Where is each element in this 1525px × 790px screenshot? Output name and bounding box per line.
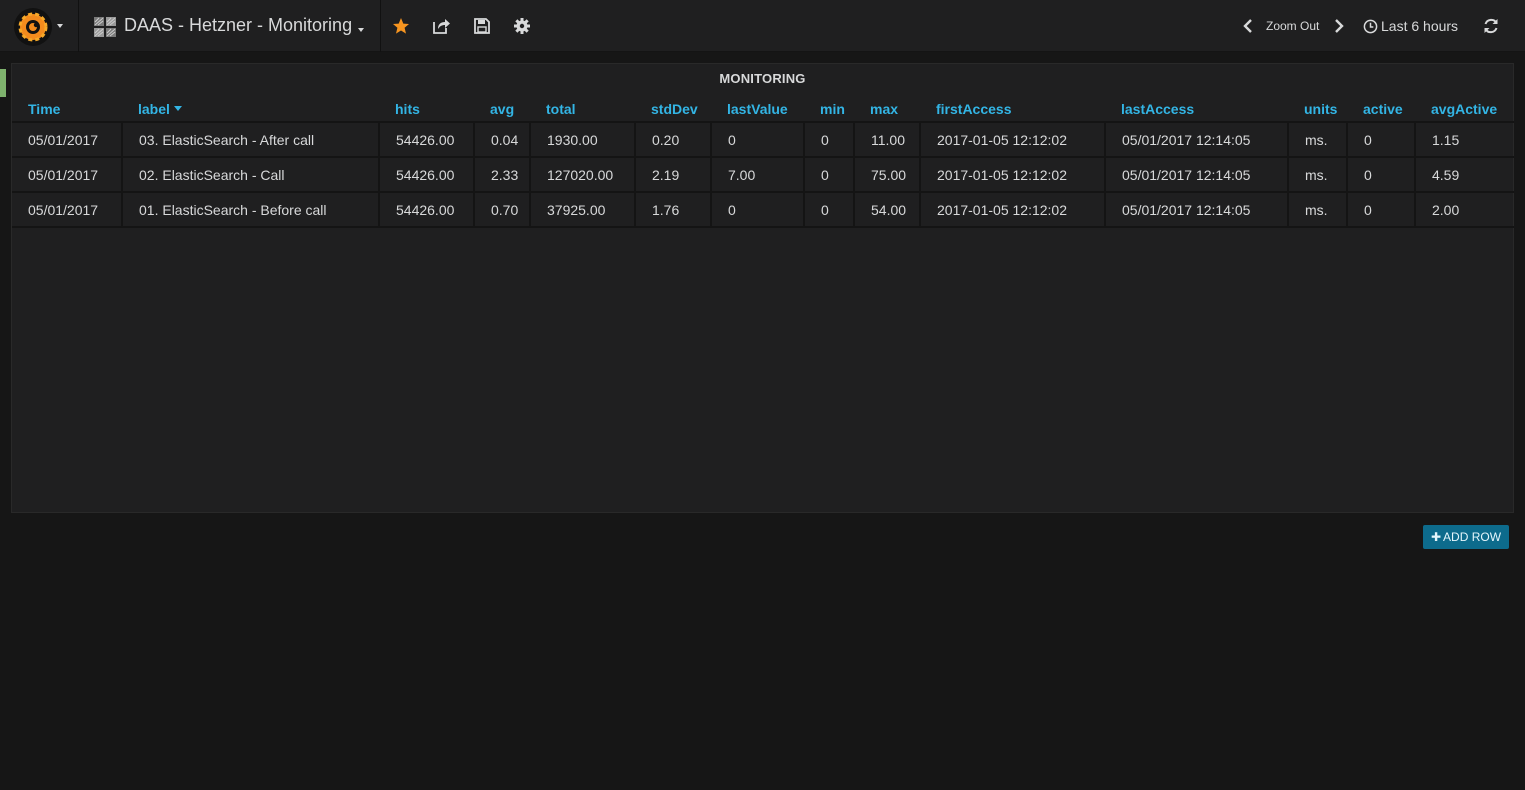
panel-title[interactable]: MONITORING [12, 71, 1513, 86]
table-cell: 2.19 [635, 157, 712, 193]
star-icon[interactable] [391, 16, 411, 36]
zoom-out-button[interactable]: Zoom Out [1266, 19, 1319, 33]
table-cell: ms. [1288, 157, 1348, 193]
table-cell: 2.33 [474, 157, 531, 193]
column-header-avg[interactable]: avg [474, 98, 530, 123]
column-header-firstaccess[interactable]: firstAccess [920, 98, 1105, 123]
table-cell: 05/01/2017 [12, 192, 123, 228]
column-header-lastvalue[interactable]: lastValue [711, 98, 804, 123]
table-row: 05/01/2017 02. ElasticSearch - Call 5442… [12, 157, 1514, 193]
table-cell: 0.04 [474, 122, 531, 158]
plus-icon: ✚ [1430, 530, 1442, 544]
table-cell: 0 [804, 157, 855, 193]
table-cell: 2.00 [1415, 192, 1514, 228]
column-header-avgactive[interactable]: avgActive [1415, 98, 1514, 123]
table-row: 05/01/2017 03. ElasticSearch - After cal… [12, 122, 1514, 158]
column-header-min[interactable]: min [804, 98, 854, 123]
add-row-button[interactable]: ✚ ADD ROW [1423, 525, 1509, 549]
grafana-logo-icon [14, 8, 52, 46]
table-cell: 05/01/2017 [12, 122, 123, 158]
table-cell: 11.00 [854, 122, 921, 158]
table-cell: 0 [1347, 157, 1416, 193]
table-cell: 0.20 [635, 122, 712, 158]
save-icon[interactable] [472, 16, 492, 36]
column-header-total[interactable]: total [530, 98, 635, 123]
top-navbar: DAAS - Hetzner - Monitoring Zoom Out Las… [0, 0, 1525, 52]
table-cell: 54426.00 [379, 157, 475, 193]
table-cell: 02. ElasticSearch - Call [122, 157, 380, 193]
time-range-label: Last 6 hours [1381, 18, 1459, 34]
table-cell: 0 [804, 192, 855, 228]
table-cell: 4.59 [1415, 157, 1514, 193]
table-cell: 05/01/2017 12:14:05 [1105, 122, 1289, 158]
column-header-lastaccess[interactable]: lastAccess [1105, 98, 1288, 123]
row-collapse-handle[interactable] [0, 69, 6, 97]
table-cell: 03. ElasticSearch - After call [122, 122, 380, 158]
grafana-menu-button[interactable] [0, 0, 79, 52]
table-cell: 54426.00 [379, 192, 475, 228]
refresh-icon[interactable] [1482, 17, 1500, 35]
table-cell: 75.00 [854, 157, 921, 193]
column-header-hits[interactable]: hits [379, 98, 474, 123]
table-cell: 2017-01-05 12:12:02 [920, 157, 1106, 193]
table-cell: 0 [1347, 122, 1416, 158]
table-cell: 2017-01-05 12:12:02 [920, 122, 1106, 158]
table-cell: 1930.00 [530, 122, 636, 158]
sort-desc-icon [173, 106, 182, 111]
column-header-active[interactable]: active [1347, 98, 1415, 123]
table-cell: 37925.00 [530, 192, 636, 228]
monitoring-table-panel: MONITORING Time label hits avg total std… [11, 63, 1514, 513]
chevron-right-icon[interactable] [1333, 18, 1345, 34]
column-header-stddev[interactable]: stdDev [635, 98, 711, 123]
table-cell: 05/01/2017 [12, 157, 123, 193]
column-header-label[interactable]: label [122, 98, 379, 123]
table-cell: 7.00 [711, 157, 805, 193]
dashboard-title: DAAS - Hetzner - Monitoring [124, 15, 353, 35]
table-cell: 54426.00 [379, 122, 475, 158]
table-cell: 0.70 [474, 192, 531, 228]
settings-gear-icon[interactable] [512, 16, 532, 36]
chevron-down-icon [358, 28, 364, 32]
table-header-row: Time label hits avg total stdDev lastVal… [12, 98, 1514, 123]
dashboard-grid-icon [94, 17, 116, 37]
column-header-max[interactable]: max [854, 98, 920, 123]
table-cell: 01. ElasticSearch - Before call [122, 192, 380, 228]
table-cell: 54.00 [854, 192, 921, 228]
table-cell: 0 [804, 122, 855, 158]
clock-icon [1363, 19, 1378, 34]
chevron-down-icon [57, 24, 63, 28]
table-cell: 1.76 [635, 192, 712, 228]
chevron-left-icon[interactable] [1242, 18, 1254, 34]
share-icon[interactable] [431, 16, 451, 36]
table-cell: 0 [711, 122, 805, 158]
column-header-units[interactable]: units [1288, 98, 1347, 123]
dashboard-title-dropdown[interactable]: DAAS - Hetzner - Monitoring [79, 0, 381, 52]
table-cell: 127020.00 [530, 157, 636, 193]
table-cell: 0 [1347, 192, 1416, 228]
table-cell: 05/01/2017 12:14:05 [1105, 192, 1289, 228]
table-cell: 05/01/2017 12:14:05 [1105, 157, 1289, 193]
table-cell: 2017-01-05 12:12:02 [920, 192, 1106, 228]
column-header-time[interactable]: Time [12, 98, 122, 123]
table-cell: ms. [1288, 122, 1348, 158]
table-cell: ms. [1288, 192, 1348, 228]
add-row-label: ADD ROW [1443, 530, 1502, 544]
table-cell: 0 [711, 192, 805, 228]
table-cell: 1.15 [1415, 122, 1514, 158]
table-row: 05/01/2017 01. ElasticSearch - Before ca… [12, 192, 1514, 228]
monitoring-table: Time label hits avg total stdDev lastVal… [12, 98, 1514, 228]
